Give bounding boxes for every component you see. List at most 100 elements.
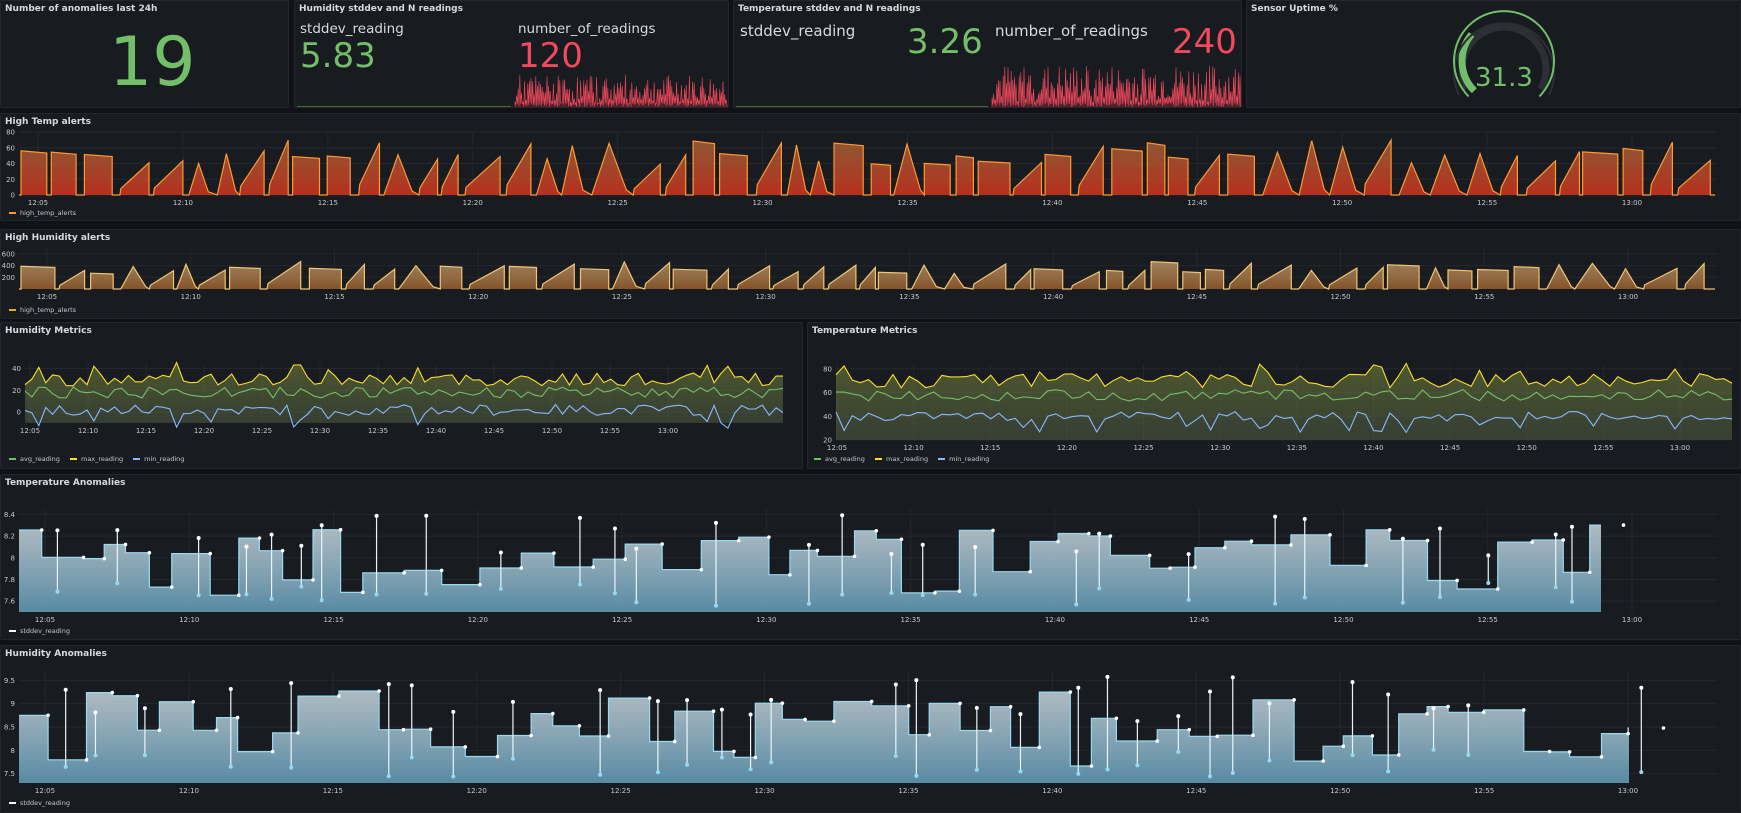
humidity-metrics-panel[interactable]: Humidity Metrics 0 20 40 12:05 12:10 12:15 12:… [0,322,803,469]
chart-legend[interactable]: stddev_reading [9,627,70,635]
data-point [39,528,44,532]
chart-legend[interactable]: high_temp_alerts [9,209,76,217]
data-point [81,555,86,560]
humidity-stats-panel[interactable]: Humidity stddev and N readings stddev_re… [294,0,729,108]
data-point [780,701,785,705]
data-point [1008,704,1013,709]
anomaly-point [55,589,60,594]
data-point [338,527,343,532]
data-point [214,728,219,733]
high-humidity-panel[interactable]: High Humidity alerts 200 400 600 12:05 12:10… [0,229,1741,319]
y-tick-label: 40 [6,160,15,168]
anomaly-point [713,603,718,608]
chart-legend[interactable]: stddev_reading [9,799,70,807]
data-point [1037,745,1042,750]
high-temp-panel[interactable]: High Temp alerts 0 20 40 60 80 12:05 12:10 12:1… [0,113,1741,221]
data-point [102,556,107,561]
data-point [1321,759,1325,763]
x-tick-label: 12:45 [1189,616,1209,624]
series-area [19,140,1715,195]
anomaly-point [299,584,304,589]
anomaly-point [1553,532,1558,537]
x-tick-label: 12:45 [484,427,504,435]
humidity-metrics-chart: 0 20 40 12:05 12:10 12:15 12:20 12:25 12:30 12:35… [12,361,784,435]
humidity-anomalies-panel[interactable]: Humidity Anomalies 7.5 8 8.5 9 9.5 12:05 12:10… [0,645,1741,813]
x-tick-label: 12:15 [980,444,1000,452]
data-point [1341,744,1346,748]
stddev-value: 5.83 [300,36,376,76]
x-tick-label: 12:50 [1517,444,1537,452]
temp-stats-panel[interactable]: Temperature stddev and N readings stddev… [733,0,1242,108]
data-point [1396,753,1401,757]
x-tick-label: 12:05 [827,444,847,452]
data-point [377,689,381,693]
x-tick-label: 12:25 [611,787,631,795]
anomaly-point [748,767,753,772]
x-tick-label: 12:50 [1332,199,1352,207]
data-point [1289,543,1293,547]
data-point [1089,764,1094,768]
anomaly-point [374,592,379,597]
data-point [1086,531,1091,536]
data-point [1068,690,1073,694]
anomaly-point [598,772,603,777]
x-tick-label: 12:30 [756,293,776,301]
x-tick-label: 12:40 [1042,199,1062,207]
uptime-panel[interactable]: Sensor Uptime % 31.3 [1246,0,1741,108]
anomaly-point [510,699,515,704]
x-tick-label: 12:10 [173,199,193,207]
anomaly-point [244,544,249,549]
data-point [1147,553,1152,558]
anomaly-point [63,764,68,769]
anomaly-point [889,591,894,596]
data-point [1168,566,1172,570]
anomaly-point [1018,712,1023,717]
panel-title: Number of anomalies last 24h [5,4,158,14]
x-tick-label: 12:30 [754,787,774,795]
anomaly-point [973,545,978,550]
count-value: 240 [1172,22,1237,62]
x-tick-label: 12:10 [181,293,201,301]
anomaly-point [1400,600,1405,605]
data-point [803,717,807,722]
anomaly-point [1176,714,1181,719]
x-tick-label: 12:20 [468,616,488,624]
x-tick-label: 12:50 [1330,293,1350,301]
anomaly-point [769,760,774,765]
series-area [19,691,1629,783]
anomaly-point [1105,767,1110,772]
chart-legend[interactable]: high_temp_alerts [9,306,76,314]
temp-metrics-panel[interactable]: Temperature Metrics 20 40 60 80 12:05 12:10 12… [807,322,1741,469]
x-tick-label: 13:00 [658,427,678,435]
anomaly-point [1639,685,1644,690]
temp-anomalies-panel[interactable]: Temperature Anomalies 7.6 7.8 8 8.2 8.4 12:05… [0,474,1741,640]
anomaly-point [1553,585,1558,590]
stddev-label: stddev_reading [740,22,856,40]
x-tick-label: 12:40 [426,427,446,435]
y-tick-label: 60 [823,389,832,397]
x-tick-label: 12:20 [463,199,483,207]
data-point [110,690,115,695]
anomaly-point [1302,517,1307,522]
chart-legend[interactable]: avg_reading max_reading min_reading [9,455,192,463]
anomaly-point [1437,594,1442,599]
anomaly-point [1176,749,1181,754]
data-point [1530,540,1534,544]
y-tick-label: 0 [11,192,15,200]
anomaly-point [1018,769,1023,774]
anomalies-panel[interactable]: Number of anomalies last 24h 19 [0,0,289,108]
anomaly-point [914,678,919,683]
anomaly-point [889,551,894,556]
stddev-sparkline-baseline [297,106,511,107]
chart-legend[interactable]: avg_reading max_reading min_reading [814,455,997,463]
anomaly-point [840,513,845,518]
data-point [1387,528,1392,532]
data-point [788,572,792,577]
x-tick-label: 13:00 [1670,444,1690,452]
x-tick-label: 12:25 [1133,444,1153,452]
stddev-label: stddev_reading [300,21,404,37]
data-point [1222,545,1227,550]
anomaly-point [1273,601,1278,606]
anomaly-point [685,762,690,767]
x-tick-label: 12:30 [756,616,776,624]
